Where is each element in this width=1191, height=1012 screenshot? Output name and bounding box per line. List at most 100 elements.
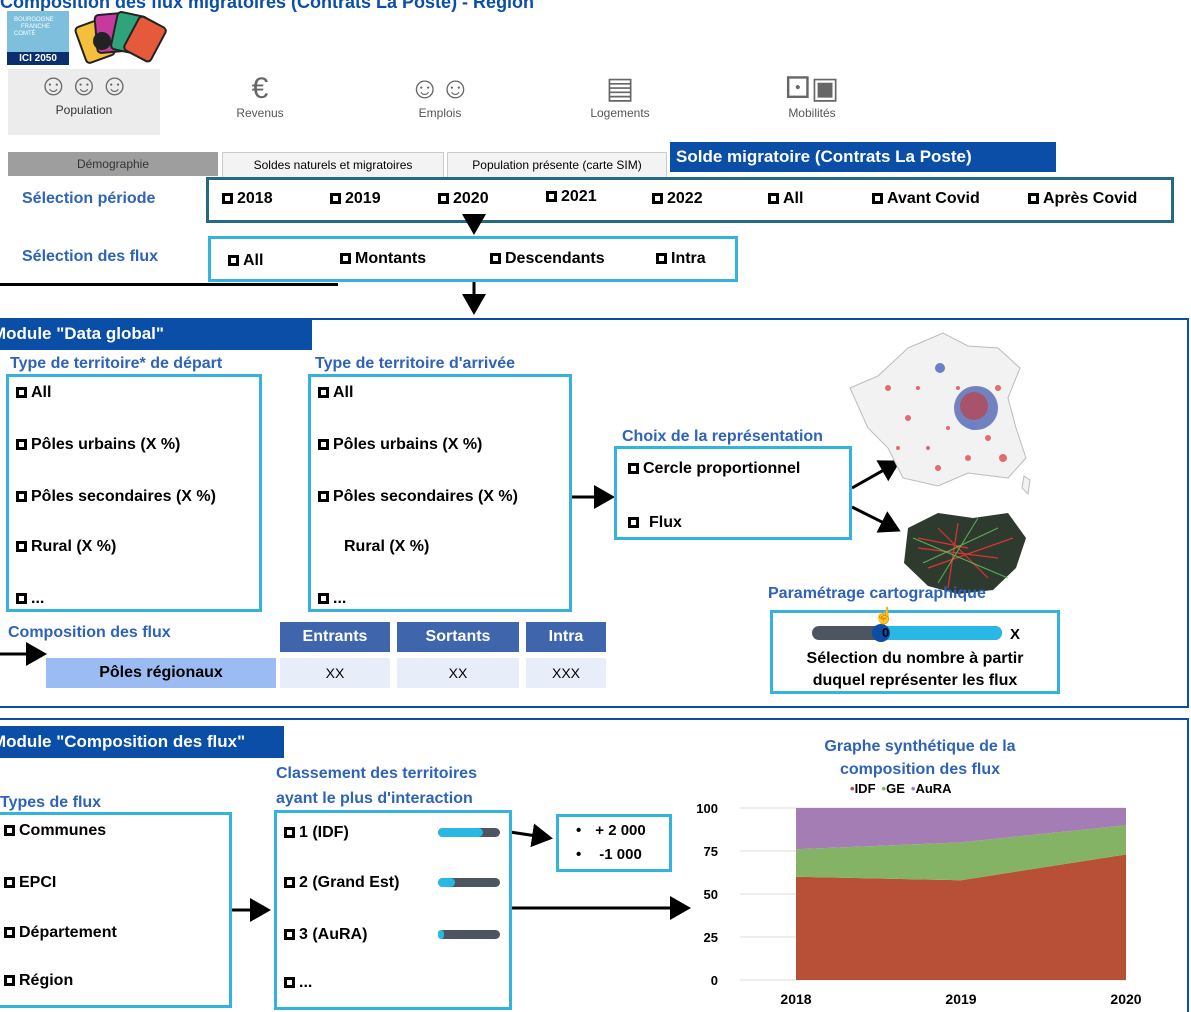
- table-cell: XXX: [526, 658, 606, 688]
- arrivee-option[interactable]: ...: [318, 590, 346, 608]
- param-desc: Sélection du nombre à partir: [806, 650, 1024, 667]
- checkbox-icon: [318, 491, 329, 502]
- checkbox-icon: [4, 975, 15, 986]
- legend-label: AuRA: [915, 781, 952, 796]
- checkbox-icon: [318, 439, 329, 450]
- table-row-label: Pôles régionaux: [46, 658, 276, 688]
- checkbox-icon: [4, 927, 15, 938]
- depart-title: Type de territoire* de départ: [10, 355, 223, 372]
- option-label: Rural (X %): [31, 538, 117, 555]
- table-header: Entrants: [280, 622, 390, 652]
- checkbox-icon: [284, 977, 295, 988]
- representation-title: Choix de la représentation: [622, 428, 823, 445]
- module-title: Module "Data global": [0, 318, 312, 350]
- option-label: 3 (AuRA): [299, 926, 368, 943]
- type-option[interactable]: Département: [4, 924, 117, 942]
- checkbox-icon: [16, 541, 27, 552]
- checkbox-icon: [4, 877, 15, 888]
- option-label: 2 (Grand Est): [299, 874, 400, 891]
- option-label: Pôles urbains (X %): [333, 436, 483, 453]
- option-label: Pôles secondaires (X %): [31, 488, 216, 505]
- chart-title: Graphe synthétique de la: [824, 738, 1016, 755]
- interaction-bar-fill: [438, 878, 456, 887]
- classement-option[interactable]: 2 (Grand Est): [284, 874, 399, 892]
- chart-title: composition des flux: [839, 761, 1000, 778]
- option-label: Département: [19, 924, 117, 941]
- table-cell: XX: [280, 658, 390, 688]
- option-label: Pôles secondaires (X %): [333, 488, 518, 505]
- value-text: -1 000: [599, 846, 642, 863]
- type-option[interactable]: Communes: [4, 822, 106, 840]
- checkbox-icon: [628, 463, 639, 474]
- checkbox-icon: [16, 593, 27, 604]
- y-tick-label: 25: [704, 930, 718, 945]
- classement-option[interactable]: 3 (AuRA): [284, 926, 367, 944]
- interaction-bar-fill: [438, 930, 445, 939]
- france-map-icon: [849, 332, 1031, 496]
- arrivee-option[interactable]: Pôles secondaires (X %): [318, 488, 518, 506]
- y-tick-label: 50: [704, 887, 718, 902]
- depart-option[interactable]: All: [16, 384, 51, 402]
- area-chart: 0 25 50 75 100 2018 2019 2020: [696, 801, 1141, 1007]
- slider-track[interactable]: [812, 626, 1002, 640]
- slider-min: 0: [882, 625, 890, 640]
- representation-option[interactable]: Cercle proportionnel: [628, 460, 800, 478]
- module-title: Module "Composition des flux": [0, 726, 284, 758]
- option-label: 1 (IDF): [299, 824, 349, 841]
- option-label: All: [333, 384, 354, 401]
- param-desc: duquel représenter les flux: [812, 672, 1018, 689]
- checkbox-icon: [284, 929, 295, 940]
- interaction-bar: [438, 828, 500, 837]
- checkbox-icon: [284, 827, 295, 838]
- classement-option[interactable]: ...: [284, 974, 312, 992]
- y-tick-label: 75: [704, 844, 718, 859]
- depart-option[interactable]: ...: [16, 590, 44, 608]
- arrivee-option[interactable]: Pôles urbains (X %): [318, 436, 482, 454]
- arrivee-option[interactable]: Rural (X %): [344, 538, 429, 556]
- checkbox-icon: [318, 593, 329, 604]
- y-tick-label: 0: [711, 973, 718, 988]
- x-tick-label: 2019: [945, 991, 976, 1007]
- option-label: ...: [299, 974, 313, 991]
- checkbox-icon: [4, 825, 15, 836]
- checkbox-icon: [16, 439, 27, 450]
- option-label: Région: [19, 972, 74, 989]
- legend-label: IDF: [854, 781, 876, 796]
- option-label: All: [31, 384, 52, 401]
- composition-label: Composition des flux: [8, 624, 171, 641]
- legend-item: •IDF: [850, 781, 876, 796]
- option-label: Pôles urbains (X %): [31, 436, 181, 453]
- option-label: Cercle proportionnel: [643, 460, 801, 477]
- interaction-bar-fill: [438, 828, 483, 837]
- chart-legend: •IDF •GE •AuRA: [850, 781, 958, 796]
- checkbox-icon: [16, 387, 27, 398]
- checkbox-icon: [16, 491, 27, 502]
- interaction-bar: [438, 930, 500, 939]
- type-option[interactable]: EPCI: [4, 874, 56, 892]
- depart-option[interactable]: Pôles secondaires (X %): [16, 488, 216, 506]
- arrivee-option[interactable]: All: [318, 384, 353, 402]
- x-tick-label: 2020: [1110, 991, 1141, 1007]
- slider-fill: [880, 626, 1002, 640]
- option-label: ...: [31, 590, 45, 607]
- checkbox-icon: [318, 387, 329, 398]
- option-label: Communes: [19, 822, 107, 839]
- types-title: Types de flux: [0, 794, 102, 811]
- classement-title: ayant le plus d'interaction: [276, 790, 473, 807]
- depart-option[interactable]: Pôles urbains (X %): [16, 436, 180, 454]
- checkbox-icon: [628, 517, 639, 528]
- legend-item: •AuRA: [911, 781, 952, 796]
- value-item: • -1 000: [576, 846, 642, 863]
- arrivee-title: Type de territoire d'arrivée: [315, 355, 516, 372]
- classement-option[interactable]: 1 (IDF): [284, 824, 349, 842]
- table-header: Intra: [526, 622, 606, 652]
- type-option[interactable]: Région: [4, 972, 73, 990]
- y-tick-label: 100: [696, 801, 718, 816]
- interaction-bar: [438, 878, 500, 887]
- checkbox-icon: [284, 877, 295, 888]
- representation-option[interactable]: Flux: [628, 514, 682, 532]
- slider-max: X: [1010, 626, 1021, 643]
- depart-option[interactable]: Rural (X %): [16, 538, 116, 556]
- table-cell: XX: [397, 658, 519, 688]
- x-tick-label: 2018: [780, 991, 811, 1007]
